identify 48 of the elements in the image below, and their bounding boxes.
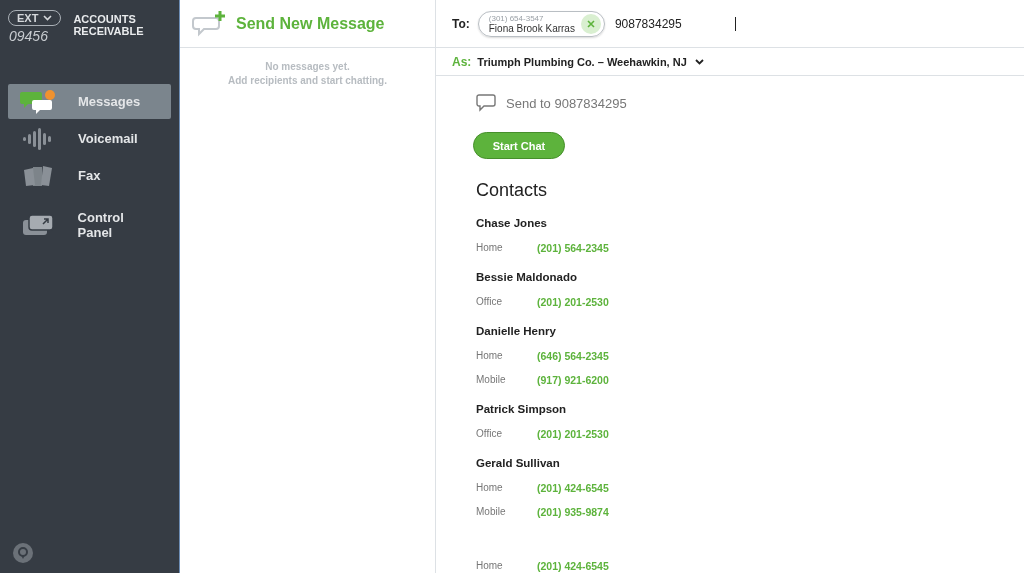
nav-item[interactable]: Control Panel bbox=[8, 207, 171, 242]
as-label: As: bbox=[452, 54, 472, 69]
phone-number-link[interactable]: (201) 935-9874 bbox=[537, 505, 609, 518]
sound-wave-icon bbox=[22, 127, 54, 150]
account-name: ACCOUNTS RECEIVABLE bbox=[73, 13, 145, 39]
nav-item[interactable]: Fax bbox=[8, 158, 171, 193]
phone-number-link[interactable]: (201) 424-6545 bbox=[537, 481, 609, 494]
phone-type: Home bbox=[476, 350, 504, 361]
phone-type: Home bbox=[476, 242, 504, 253]
contact-name: Patrick Simpson bbox=[476, 403, 568, 417]
windows-icon bbox=[21, 213, 54, 236]
chat-bubbles-icon bbox=[20, 88, 56, 115]
phone-type: Mobile bbox=[476, 374, 507, 385]
phone-type: Home bbox=[476, 560, 504, 571]
close-icon bbox=[586, 19, 595, 28]
phone-number-link[interactable]: (201) 201-2530 bbox=[537, 427, 609, 440]
location-pin-icon[interactable] bbox=[13, 543, 33, 563]
phone-type: Office bbox=[476, 428, 503, 439]
new-message-icon[interactable] bbox=[192, 9, 228, 38]
empty-state-text: Add recipients and start chatting. bbox=[228, 75, 387, 86]
nav-item[interactable]: Voicemail bbox=[8, 121, 171, 156]
chevron-down-icon bbox=[694, 58, 704, 65]
documents-icon bbox=[22, 164, 54, 187]
nav-item[interactable]: Messages bbox=[8, 84, 171, 119]
phone-type: Mobile bbox=[476, 506, 507, 517]
recipient-input[interactable]: 9087834295 bbox=[614, 16, 736, 31]
phone-number-link[interactable]: (201) 424-6545 bbox=[537, 559, 609, 572]
empty-state-text: No messages yet. bbox=[265, 61, 350, 72]
phone-number-link[interactable]: (201) 564-2345 bbox=[537, 241, 609, 254]
remove-recipient-button[interactable] bbox=[580, 13, 601, 34]
phone-number-link[interactable]: (917) 921-6200 bbox=[537, 373, 609, 386]
send-to-text: Send to 9087834295 bbox=[506, 95, 627, 111]
phone-number-link[interactable]: (201) 201-2530 bbox=[537, 295, 609, 308]
phone-type: Home bbox=[476, 482, 504, 493]
chevron-down-icon bbox=[43, 15, 53, 21]
contacts-heading: Contacts bbox=[476, 180, 549, 201]
contact-name: Chase Jones bbox=[476, 217, 548, 231]
to-label: To: bbox=[452, 16, 470, 31]
contact-name: Danielle Henry bbox=[476, 325, 557, 339]
contact-name: Gerald Sullivan bbox=[476, 457, 561, 471]
phone-number-link[interactable]: (646) 564-2345 bbox=[537, 349, 609, 362]
send-new-message-button[interactable]: Send New Message bbox=[236, 14, 385, 33]
speech-bubble-icon bbox=[476, 94, 496, 112]
extension-number: 09456 bbox=[8, 28, 49, 44]
contact-name: Bessie Maldonado bbox=[476, 271, 578, 285]
start-chat-button[interactable]: Start Chat bbox=[473, 132, 565, 159]
sender-dropdown[interactable]: Triumph Plumbing Co. – Weehawkin, NJ bbox=[477, 55, 704, 68]
phone-type: Office bbox=[476, 296, 503, 307]
